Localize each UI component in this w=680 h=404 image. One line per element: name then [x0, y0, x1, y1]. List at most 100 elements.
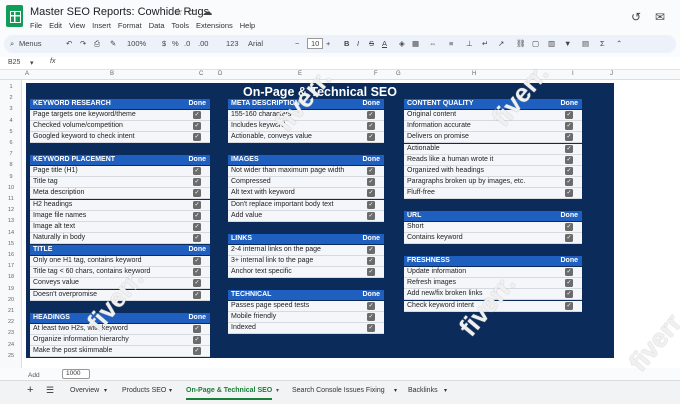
checklist-item-text[interactable]: Organize information hierarchy [33, 336, 129, 343]
done-checkbox[interactable]: ✓ [565, 144, 573, 153]
done-checkbox[interactable]: ✓ [565, 155, 573, 164]
increase-decimal-button[interactable]: .00 [198, 39, 208, 48]
checklist-item-text[interactable]: Page targets one keyword/theme [33, 111, 136, 118]
checklist-item-text[interactable]: 3+ internal link to the page [231, 257, 313, 264]
checklist-item-text[interactable]: Information accurate [407, 122, 471, 129]
done-checkbox[interactable]: ✓ [193, 268, 201, 277]
checklist-item-text[interactable]: Not wider than maximum page width [231, 167, 344, 174]
cell-reference-dropdown-icon[interactable]: ▾ [30, 59, 34, 67]
row-header[interactable]: 6 [0, 140, 22, 146]
font-size-increase-icon[interactable]: + [326, 39, 330, 48]
checklist-item-text[interactable]: Actionable [407, 145, 440, 152]
checklist-item-text[interactable]: Delivers on promise [407, 133, 469, 140]
checklist-item-text[interactable]: Naturally in body [33, 234, 85, 241]
checklist-item-text[interactable]: Title tag [33, 178, 58, 185]
row-header[interactable]: 24 [0, 342, 22, 348]
align-icon[interactable]: ≡ [449, 39, 453, 48]
done-checkbox[interactable]: ✓ [193, 189, 201, 198]
row-header[interactable]: 17 [0, 263, 22, 269]
row-header[interactable]: 20 [0, 297, 22, 303]
done-checkbox[interactable]: ✓ [565, 167, 573, 175]
checklist-item-text[interactable]: Update information [407, 268, 466, 275]
row-header[interactable]: 10 [0, 185, 22, 191]
row-header[interactable]: 13 [0, 218, 22, 224]
column-header[interactable]: G [396, 71, 401, 77]
row-header[interactable]: 14 [0, 230, 22, 236]
row-header[interactable]: 21 [0, 308, 22, 314]
done-checkbox[interactable]: ✓ [367, 246, 375, 254]
done-checkbox[interactable]: ✓ [367, 313, 375, 322]
checklist-item-text[interactable]: Page title (H1) [33, 167, 78, 174]
checklist-item-text[interactable]: At least two H2s, with keyword [33, 325, 128, 332]
done-checkbox[interactable]: ✓ [193, 167, 201, 175]
tab-on-page-dropdown-icon[interactable]: ▾ [276, 387, 279, 394]
cloud-icon[interactable]: ☁ [202, 7, 212, 18]
tab-backlinks-dropdown-icon[interactable]: ▾ [444, 387, 447, 394]
checklist-item-text[interactable]: Short [407, 223, 424, 230]
checklist-item-text[interactable]: Original content [407, 111, 456, 118]
column-header[interactable]: E [298, 71, 302, 77]
done-checkbox[interactable]: ✓ [565, 122, 573, 131]
checklist-item-text[interactable]: Only one H1 tag, contains keyword [33, 257, 142, 264]
menu-format[interactable]: Format [118, 21, 142, 30]
strikethrough-icon[interactable]: S [369, 39, 374, 48]
checklist-item-text[interactable]: Mobile friendly [231, 313, 276, 320]
checklist-item-text[interactable]: Conveys value [33, 279, 79, 286]
checklist-item-text[interactable]: Contains keyword [407, 234, 463, 241]
checklist-item-text[interactable]: Image alt text [33, 223, 75, 230]
wrap-icon[interactable]: ↵ [482, 39, 488, 48]
checklist-item-text[interactable]: Doesn't overpromise [33, 291, 97, 298]
all-sheets-button[interactable]: ☰ [46, 385, 54, 396]
done-checkbox[interactable]: ✓ [193, 234, 201, 243]
row-header[interactable]: 1 [0, 84, 22, 90]
add-sheet-button[interactable]: + [27, 384, 33, 396]
comment-icon[interactable]: ▢ [532, 39, 539, 48]
done-checkbox[interactable]: ✓ [565, 279, 573, 288]
done-checkbox[interactable]: ✓ [367, 167, 375, 175]
checklist-item-text[interactable]: Indexed [231, 324, 256, 331]
add-rows-count-input[interactable]: 1000 [62, 369, 90, 379]
done-checkbox[interactable]: ✓ [193, 347, 201, 356]
done-checkbox[interactable]: ✓ [367, 200, 375, 209]
column-header[interactable]: H [472, 71, 476, 77]
done-checkbox[interactable]: ✓ [193, 223, 201, 231]
decrease-decimal-button[interactable]: .0 [184, 39, 190, 48]
done-checkbox[interactable]: ✓ [367, 257, 375, 266]
checklist-item-text[interactable]: Add new/fix broken links [407, 290, 482, 297]
checklist-item-text[interactable]: H2 headings [33, 201, 72, 208]
menu-file[interactable]: File [30, 21, 42, 30]
tab-search-console-dropdown-icon[interactable]: ▾ [394, 387, 397, 394]
checklist-item-text[interactable]: Title tag < 60 chars, contains keyword [33, 268, 150, 275]
done-checkbox[interactable]: ✓ [367, 122, 375, 131]
done-checkbox[interactable]: ✓ [367, 211, 375, 220]
row-header[interactable]: 23 [0, 330, 22, 336]
done-checkbox[interactable]: ✓ [565, 268, 573, 276]
italic-icon[interactable]: I [357, 39, 359, 48]
percent-button[interactable]: % [172, 39, 179, 48]
menu-view[interactable]: View [69, 21, 85, 30]
font-size-input[interactable]: 10 [307, 38, 324, 49]
done-checkbox[interactable]: ✓ [565, 189, 573, 198]
done-checkbox[interactable]: ✓ [367, 178, 375, 187]
done-checkbox[interactable]: ✓ [565, 133, 573, 142]
tab-products-seo-dropdown-icon[interactable]: ▾ [169, 387, 172, 394]
filter-icon[interactable]: ▼ [564, 39, 571, 48]
cell-reference[interactable]: B25 [8, 59, 20, 66]
done-checkbox[interactable]: ✓ [193, 279, 201, 288]
column-header[interactable]: I [572, 71, 574, 77]
row-header[interactable]: 8 [0, 162, 22, 168]
vertical-align-icon[interactable]: ⊥ [466, 39, 473, 48]
sheets-logo-icon[interactable] [6, 5, 23, 27]
menu-edit[interactable]: Edit [49, 21, 62, 30]
checklist-item-text[interactable]: Make the post skimmable [33, 347, 112, 354]
checklist-item-text[interactable]: Googled keyword to check intent [33, 133, 135, 140]
row-header[interactable]: 25 [0, 353, 22, 359]
checklist-item-text[interactable]: Don't replace important body text [231, 201, 334, 208]
done-checkbox[interactable]: ✓ [367, 324, 375, 333]
done-checkbox[interactable]: ✓ [367, 133, 375, 142]
done-checkbox[interactable]: ✓ [565, 111, 573, 119]
done-checkbox[interactable]: ✓ [193, 200, 201, 209]
add-rows-label[interactable]: Add [28, 372, 40, 379]
row-header[interactable]: 16 [0, 252, 22, 258]
paint-format-icon[interactable]: ✎ [110, 39, 116, 48]
